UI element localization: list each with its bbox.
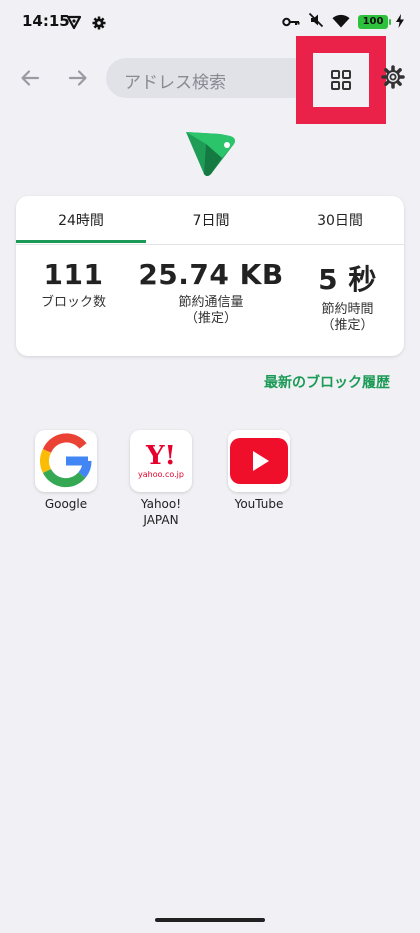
google-icon: [35, 430, 97, 492]
stat-value: 25.74 KB: [138, 258, 284, 291]
stat-note: （推定）: [184, 311, 237, 326]
shortcut-yahoo-japan[interactable]: Y! yahoo.co.jp Yahoo! JAPAN: [121, 430, 201, 528]
shortcut-google[interactable]: Google: [26, 430, 106, 512]
shortcut-label: YouTube: [234, 497, 284, 511]
stats-card: 24時間 7日間 30日間 111 ブロック数 25.74 KB 節約通信量 （…: [16, 196, 404, 356]
address-placeholder: アドレス検索: [124, 73, 226, 93]
arrow-left-icon: [21, 70, 40, 86]
tab-selected-indicator: [16, 240, 146, 243]
stat-value: 5 秒: [318, 263, 377, 296]
arrow-right-icon: [68, 70, 87, 86]
block-history-link[interactable]: 最新のブロック履歴: [264, 372, 390, 392]
period-tabs: 24時間 7日間 30日間: [16, 196, 404, 245]
tabs-button[interactable]: [313, 53, 369, 107]
battery-indicator: 100: [358, 15, 391, 29]
stat-value: 111: [43, 258, 104, 291]
stat-label: 節約時間: [321, 302, 374, 317]
mute-icon: [308, 12, 324, 32]
status-time: 14:15: [22, 12, 70, 30]
grid-icon: [331, 70, 351, 90]
gear-icon: [381, 65, 405, 89]
yahoo-logo-text: Y!: [146, 441, 176, 471]
app-logo-icon: [186, 132, 235, 176]
stat-time-saved: 5 秒 節約時間 （推定）: [291, 258, 404, 334]
tab-30days[interactable]: 30日間: [276, 196, 404, 244]
settings-button[interactable]: [378, 62, 408, 92]
wifi-icon: [332, 13, 350, 32]
forward-button[interactable]: [64, 64, 92, 92]
stat-note: （推定）: [321, 318, 374, 333]
key-icon: [282, 13, 300, 32]
back-button[interactable]: [16, 64, 44, 92]
settings-status-icon: [92, 15, 106, 34]
app-notification-icon: [66, 14, 82, 34]
stat-data-saved: 25.74 KB 節約通信量 （推定）: [131, 258, 291, 327]
yahoo-japan-icon: Y! yahoo.co.jp: [130, 430, 192, 492]
stat-label: 節約通信量: [178, 295, 244, 310]
charging-icon: [396, 13, 404, 32]
tab-7days[interactable]: 7日間: [146, 196, 276, 244]
gesture-bar[interactable]: [155, 918, 265, 922]
tab-24h[interactable]: 24時間: [16, 196, 146, 244]
shortcut-label: Yahoo! JAPAN: [140, 497, 182, 527]
address-bar[interactable]: アドレス検索: [106, 58, 314, 98]
shortcut-label: Google: [44, 497, 88, 511]
yahoo-logo-sub: yahoo.co.jp: [138, 470, 184, 479]
shortcut-youtube[interactable]: YouTube: [219, 430, 299, 512]
youtube-icon: [228, 430, 290, 492]
stat-block-count: 111 ブロック数: [16, 258, 131, 311]
stat-label: ブロック数: [40, 295, 106, 310]
app-logo: [182, 128, 238, 178]
